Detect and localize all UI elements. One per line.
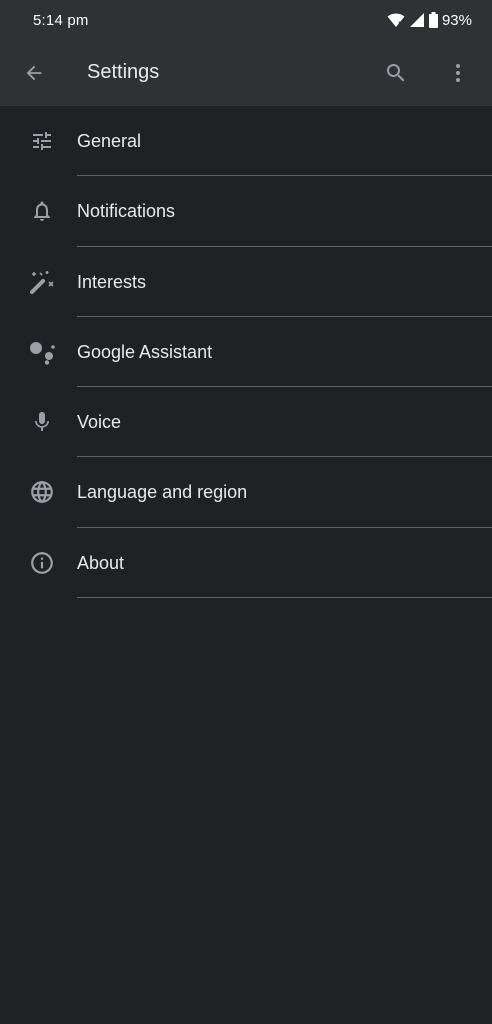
settings-item-label: Google Assistant bbox=[77, 341, 213, 362]
settings-item-label: Notifications bbox=[77, 201, 176, 222]
battery-percent: 93% bbox=[441, 11, 472, 29]
back-button[interactable] bbox=[18, 57, 50, 89]
assistant-icon bbox=[28, 340, 56, 365]
wifi-icon bbox=[387, 12, 405, 28]
settings-item-label: About bbox=[77, 552, 125, 573]
tune-icon bbox=[28, 129, 56, 153]
settings-item-google-assistant[interactable]: Google Assistant bbox=[0, 317, 492, 388]
settings-item-label: General bbox=[77, 131, 142, 151]
microphone-icon bbox=[28, 410, 56, 434]
settings-item-label: Voice bbox=[77, 412, 122, 433]
settings-item-label: Language and region bbox=[77, 482, 248, 503]
more-options-button[interactable] bbox=[442, 57, 474, 89]
divider bbox=[77, 597, 492, 599]
page-title: Settings bbox=[87, 61, 160, 83]
settings-item-voice[interactable]: Voice bbox=[0, 387, 492, 458]
settings-list: General Notifications Interests Google A… bbox=[0, 106, 492, 599]
settings-item-language-and-region[interactable]: Language and region bbox=[0, 457, 492, 528]
battery-icon bbox=[428, 12, 438, 28]
status-icons: 93% bbox=[387, 12, 472, 29]
globe-icon bbox=[28, 480, 56, 504]
settings-item-interests[interactable]: Interests bbox=[0, 247, 492, 317]
settings-item-general[interactable]: General bbox=[0, 106, 492, 177]
magic-wand-icon bbox=[28, 270, 56, 294]
info-icon bbox=[28, 551, 56, 575]
more-vert-icon bbox=[446, 61, 470, 85]
settings-item-about[interactable]: About bbox=[0, 528, 492, 599]
search-icon bbox=[384, 61, 408, 85]
search-button[interactable] bbox=[380, 57, 412, 89]
status-bar: 5:14 pm 93% bbox=[0, 0, 492, 40]
cell-signal-icon bbox=[409, 12, 425, 28]
app-bar: Settings bbox=[0, 40, 492, 106]
status-time: 5:14 pm bbox=[33, 11, 89, 29]
bell-icon bbox=[28, 199, 56, 223]
settings-item-notifications[interactable]: Notifications bbox=[0, 176, 492, 247]
arrow-back-icon bbox=[23, 62, 45, 84]
settings-item-label: Interests bbox=[77, 271, 147, 292]
